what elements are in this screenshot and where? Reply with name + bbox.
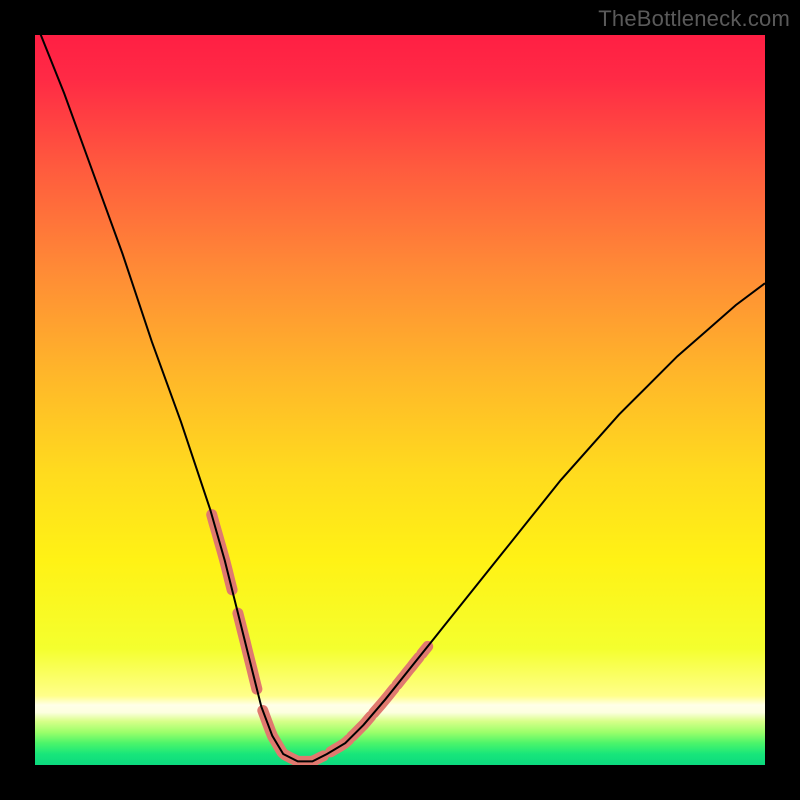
app-frame: TheBottleneck.com <box>0 0 800 800</box>
bottleneck-chart <box>35 35 765 765</box>
bottleneck-curve <box>35 35 765 761</box>
plot-area <box>35 35 765 765</box>
watermark-text: TheBottleneck.com <box>598 6 790 32</box>
